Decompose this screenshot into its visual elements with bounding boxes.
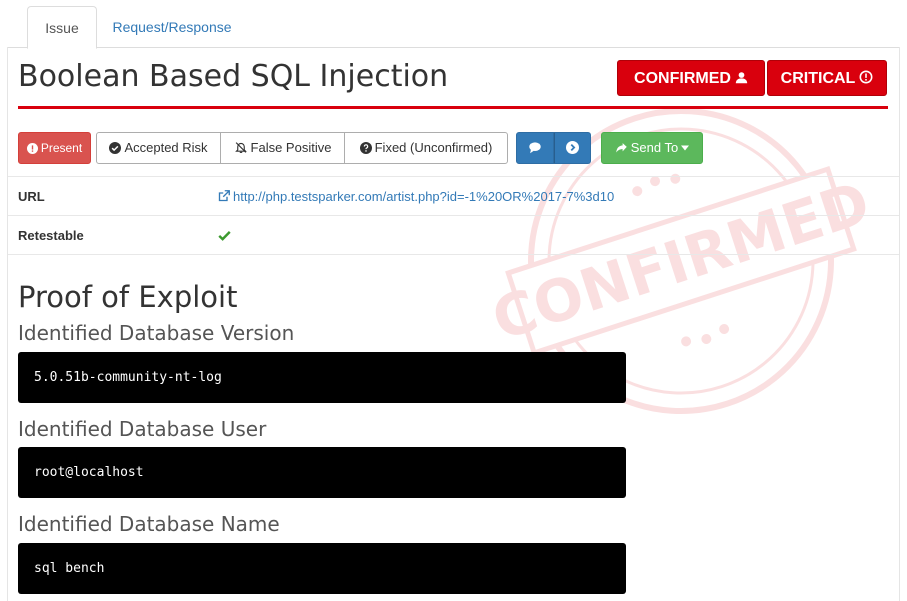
db-name-heading: Identified Database Name	[18, 512, 280, 536]
caret-down-icon	[681, 145, 690, 151]
retestable-value	[218, 216, 231, 255]
send-to-label: Send To	[630, 140, 679, 155]
db-name-value: sql bench	[18, 543, 626, 594]
critical-badge-label: CRITICAL	[780, 70, 856, 87]
db-user-heading: Identified Database User	[18, 417, 267, 441]
exclamation-circle-icon	[859, 70, 873, 84]
bell-slash-icon	[234, 142, 247, 153]
confirmed-badge[interactable]: CONFIRMED	[617, 60, 765, 96]
false-positive-label: False Positive	[250, 140, 332, 155]
confirmed-badge-label: CONFIRMED	[634, 70, 731, 87]
comment-icon	[529, 142, 541, 154]
db-user-value: root@localhost	[18, 447, 626, 498]
proof-heading: Proof of Exploit	[18, 280, 238, 314]
accepted-risk-label: Accepted Risk	[124, 140, 208, 155]
share-icon	[616, 143, 627, 153]
send-to-dropdown[interactable]: Send To	[601, 132, 703, 164]
tab-issue[interactable]: Issue	[27, 6, 97, 49]
comment-button[interactable]	[516, 132, 554, 164]
forward-button[interactable]	[554, 132, 591, 164]
exclamation-circle-icon	[26, 143, 38, 154]
url-link[interactable]: http://php.testsparker.com/artist.php?id…	[218, 177, 614, 216]
question-circle-icon	[359, 142, 372, 154]
retestable-label: Retestable	[18, 228, 84, 243]
accepted-risk-button[interactable]: Accepted Risk	[97, 133, 221, 163]
arrow-circle-right-icon	[566, 141, 579, 154]
tab-request-response[interactable]: Request/Response	[97, 6, 247, 49]
tab-bar: Issue Request/Response	[7, 0, 900, 49]
issue-title: Boolean Based SQL Injection	[18, 59, 449, 94]
url-value: http://php.testsparker.com/artist.php?id…	[233, 189, 615, 204]
present-button-label: Present	[40, 141, 83, 155]
fixed-unconfirmed-label: Fixed (Unconfirmed)	[374, 140, 493, 155]
db-version-value: 5.0.51b-community-nt-log	[18, 352, 626, 403]
status-button-group: Accepted Risk False Positive Fixed (Unco…	[96, 132, 508, 164]
false-positive-button[interactable]: False Positive	[221, 133, 345, 163]
present-button[interactable]: Present	[18, 132, 91, 164]
title-divider	[18, 106, 888, 109]
external-link-icon	[218, 190, 230, 202]
url-label: URL	[18, 189, 45, 204]
check-icon	[218, 230, 231, 241]
user-icon	[735, 72, 748, 84]
url-row: URL http://php.testsparker.com/artist.ph…	[8, 176, 899, 216]
db-version-heading: Identified Database Version	[18, 321, 295, 345]
fixed-unconfirmed-button[interactable]: Fixed (Unconfirmed)	[345, 133, 507, 163]
critical-badge[interactable]: CRITICAL	[767, 60, 887, 96]
check-circle-icon	[109, 142, 122, 154]
retestable-row: Retestable	[8, 215, 899, 255]
